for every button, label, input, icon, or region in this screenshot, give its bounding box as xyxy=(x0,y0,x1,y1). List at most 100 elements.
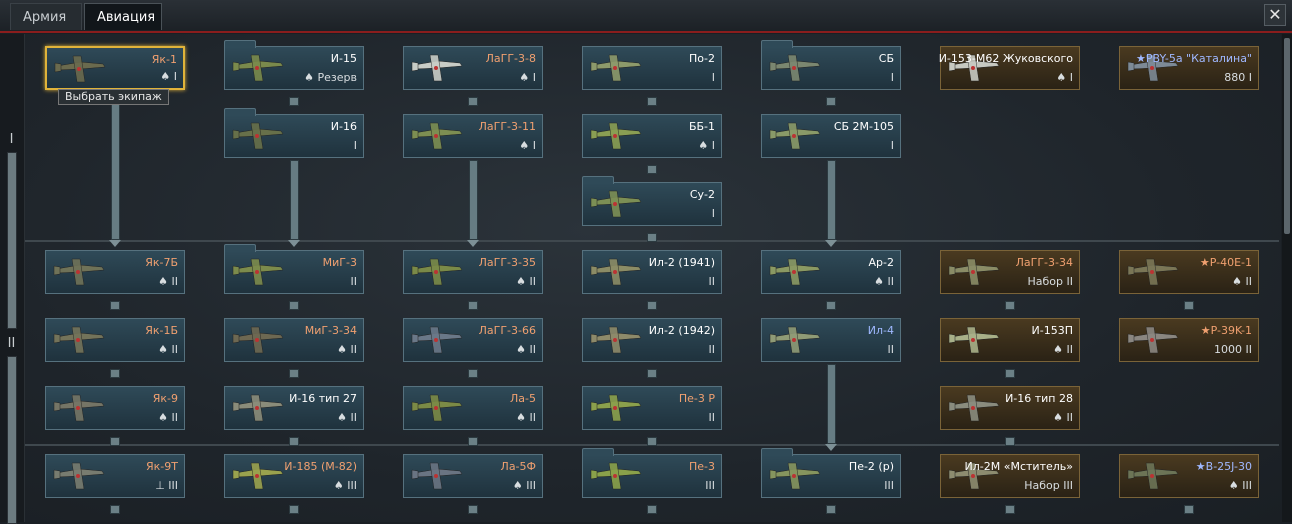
vehicle-card[interactable]: Як-9 ♠ II xyxy=(45,386,185,430)
arrow-down-icon xyxy=(110,301,120,310)
aircraft-icon xyxy=(587,459,645,495)
vehicle-card[interactable]: И-16 I xyxy=(224,108,364,158)
vehicle-card[interactable]: Ил-2М «Мститель» Набор III xyxy=(940,454,1080,498)
arrow-down-icon xyxy=(647,505,657,514)
rank-label-1: I xyxy=(9,132,14,147)
arrow-down-icon xyxy=(468,97,478,106)
vehicle-card[interactable]: ЛаГГ-3-34 Набор II xyxy=(940,250,1080,294)
vehicle-name: МиГ-3-34 xyxy=(304,324,357,337)
vehicle-name: Ил-4 xyxy=(867,324,894,337)
close-icon[interactable]: ✕ xyxy=(1264,4,1286,26)
vehicle-card[interactable]: Ил-2 (1941) II xyxy=(582,250,722,294)
vehicle-card[interactable]: ЛаГГ-3-8 ♠ I xyxy=(403,46,543,90)
tab-army[interactable]: Армия xyxy=(10,3,82,30)
scrollbar-thumb[interactable] xyxy=(1284,38,1290,234)
arrow-down-icon xyxy=(1005,301,1015,310)
vehicle-card[interactable]: Су-2 I xyxy=(582,176,722,226)
vehicle-card[interactable]: Ла-5Ф ♠ III xyxy=(403,454,543,498)
aircraft-icon xyxy=(587,391,645,427)
vehicle-card[interactable]: МиГ-3 II xyxy=(224,244,364,294)
aircraft-icon xyxy=(766,255,824,291)
vehicle-status: ♠ III xyxy=(1228,479,1252,492)
rank-bar-2 xyxy=(7,356,17,524)
vehicle-card[interactable]: ★PBY-5a "Каталина" 880 I xyxy=(1119,46,1259,90)
arrow-down-icon xyxy=(826,505,836,514)
vehicle-card[interactable]: Як-1Б ♠ II xyxy=(45,318,185,362)
vehicle-card[interactable]: Ла-5 ♠ II xyxy=(403,386,543,430)
vehicle-name: Пе-3 Р xyxy=(678,392,715,405)
aircraft-icon xyxy=(408,255,466,291)
aircraft-icon xyxy=(229,51,287,87)
vehicle-status: II xyxy=(350,275,358,288)
aircraft-icon xyxy=(587,51,645,87)
vehicle-name: Як-9Т xyxy=(146,460,178,473)
aircraft-icon xyxy=(50,323,108,359)
vehicle-card[interactable]: ББ-1 ♠ I xyxy=(582,114,722,158)
vehicle-card[interactable]: Пе-3 III xyxy=(582,448,722,498)
vehicle-card[interactable]: ★P-39K-1 1000 II xyxy=(1119,318,1259,362)
connector-line xyxy=(469,160,478,240)
vehicle-status: I xyxy=(353,139,357,152)
vehicle-card[interactable]: ★P-40E-1 ♠ II xyxy=(1119,250,1259,294)
vehicle-name: И-185 (М-82) xyxy=(284,460,357,473)
vehicle-name: Як-9 xyxy=(152,392,178,405)
vehicle-card[interactable]: И-15 ♠ Резерв xyxy=(224,40,364,90)
tab-aviation[interactable]: Авиация xyxy=(84,3,162,30)
arrow-down-icon xyxy=(1005,437,1015,446)
vehicle-name: ББ-1 xyxy=(688,120,715,133)
vehicle-card[interactable]: Ил-4 II xyxy=(761,318,901,362)
aircraft-icon xyxy=(229,119,287,155)
vehicle-status: I xyxy=(711,207,715,220)
vehicle-card[interactable]: И-153-М62 Жуковского ♠ I xyxy=(939,46,1080,90)
aircraft-icon xyxy=(1124,459,1182,495)
arrow-down-icon xyxy=(825,444,837,451)
vehicle-status: ♠ II xyxy=(337,411,357,424)
arrow-down-icon xyxy=(468,369,478,378)
connector-line xyxy=(827,364,836,444)
vehicle-name: И-153П xyxy=(1031,324,1073,337)
vehicle-status: ♠ III xyxy=(512,479,536,492)
connector-line xyxy=(111,92,120,240)
arrow-down-icon xyxy=(468,505,478,514)
aircraft-icon xyxy=(229,323,287,359)
vehicle-card[interactable]: ЛаГГ-3-66 ♠ II xyxy=(403,318,543,362)
vehicle-card[interactable]: Ил-2 (1942) II xyxy=(582,318,722,362)
vehicle-card[interactable]: И-16 тип 27 ♠ II xyxy=(224,386,364,430)
vehicle-name: И-16 тип 27 xyxy=(289,392,357,405)
connector-line xyxy=(827,160,836,240)
vehicle-status: ♠ II xyxy=(516,343,536,356)
arrow-down-icon xyxy=(289,369,299,378)
vehicle-card[interactable]: ЛаГГ-3-11 ♠ I xyxy=(403,114,543,158)
vehicle-status: ⊥ III xyxy=(155,479,178,492)
vehicle-card[interactable]: СБ 2М-105 I xyxy=(761,114,901,158)
arrow-down-icon xyxy=(288,240,300,247)
arrow-down-icon xyxy=(289,505,299,514)
arrow-down-icon xyxy=(289,437,299,446)
vehicle-card[interactable]: И-16 тип 28 ♠ II xyxy=(940,386,1080,430)
vehicle-card[interactable]: Як-9Т ⊥ III xyxy=(45,454,185,498)
vehicle-name: Як-1Б xyxy=(145,324,178,337)
vehicle-name: Ил-2М «Мститель» xyxy=(964,460,1073,473)
top-bar: Армия Авиация ✕ xyxy=(0,0,1292,33)
vehicle-name: СБ xyxy=(878,52,894,65)
vehicle-name: ЛаГГ-3-34 xyxy=(1015,256,1073,269)
arrow-down-icon xyxy=(109,240,121,247)
vehicle-card[interactable]: Пе-3 Р II xyxy=(582,386,722,430)
vehicle-card[interactable]: МиГ-3-34 ♠ II xyxy=(224,318,364,362)
vehicle-card[interactable]: ЛаГГ-3-35 ♠ II xyxy=(403,250,543,294)
vehicle-card[interactable]: Ар-2 ♠ II xyxy=(761,250,901,294)
vehicle-card[interactable]: И-153П ♠ II xyxy=(940,318,1080,362)
vehicle-card[interactable]: И-185 (М-82) ♠ III xyxy=(224,454,364,498)
vehicle-card[interactable]: Пе-2 (р) III xyxy=(761,448,901,498)
aircraft-icon xyxy=(229,459,287,495)
arrow-down-icon xyxy=(289,97,299,106)
vehicle-name: ЛаГГ-3-66 xyxy=(478,324,536,337)
vehicle-card[interactable]: ★B-25J-30 ♠ III xyxy=(1119,454,1259,498)
vehicle-card[interactable]: Як-7Б ♠ II xyxy=(45,250,185,294)
vehicle-status: I xyxy=(711,71,715,84)
arrow-down-icon xyxy=(110,437,120,446)
arrow-down-icon xyxy=(826,97,836,106)
vehicle-card[interactable]: Як-1 ♠ I xyxy=(45,46,185,90)
vehicle-card[interactable]: По-2 I xyxy=(582,46,722,90)
vehicle-card[interactable]: СБ I xyxy=(761,40,901,90)
